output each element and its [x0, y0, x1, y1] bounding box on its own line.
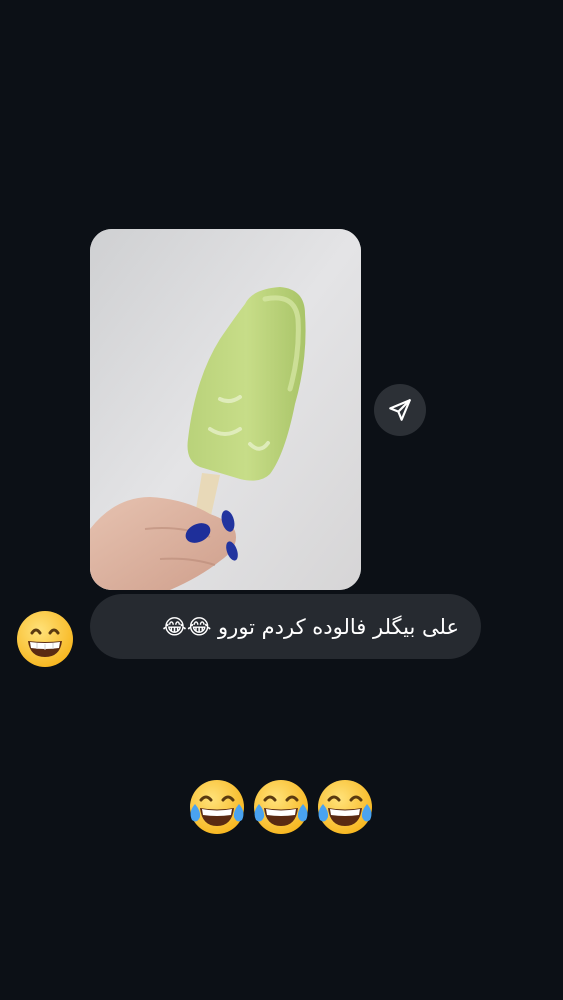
reaction-emoji[interactable] — [14, 608, 76, 670]
message-photo[interactable] — [90, 229, 361, 590]
popsicle-photo-image — [90, 229, 361, 590]
send-icon — [389, 399, 411, 421]
tears-of-joy-icon — [186, 778, 248, 840]
message-caption: علی بیگلر فالوده کردم تورو 😂😂 — [162, 614, 459, 639]
emoji-message[interactable] — [186, 778, 378, 842]
tears-of-joy-icon — [314, 778, 376, 840]
share-button[interactable] — [374, 384, 426, 436]
message-bubble[interactable]: علی بیگلر فالوده کردم تورو 😂😂 — [90, 594, 481, 659]
grinning-face-icon — [17, 611, 73, 667]
tears-of-joy-icon — [250, 778, 312, 840]
